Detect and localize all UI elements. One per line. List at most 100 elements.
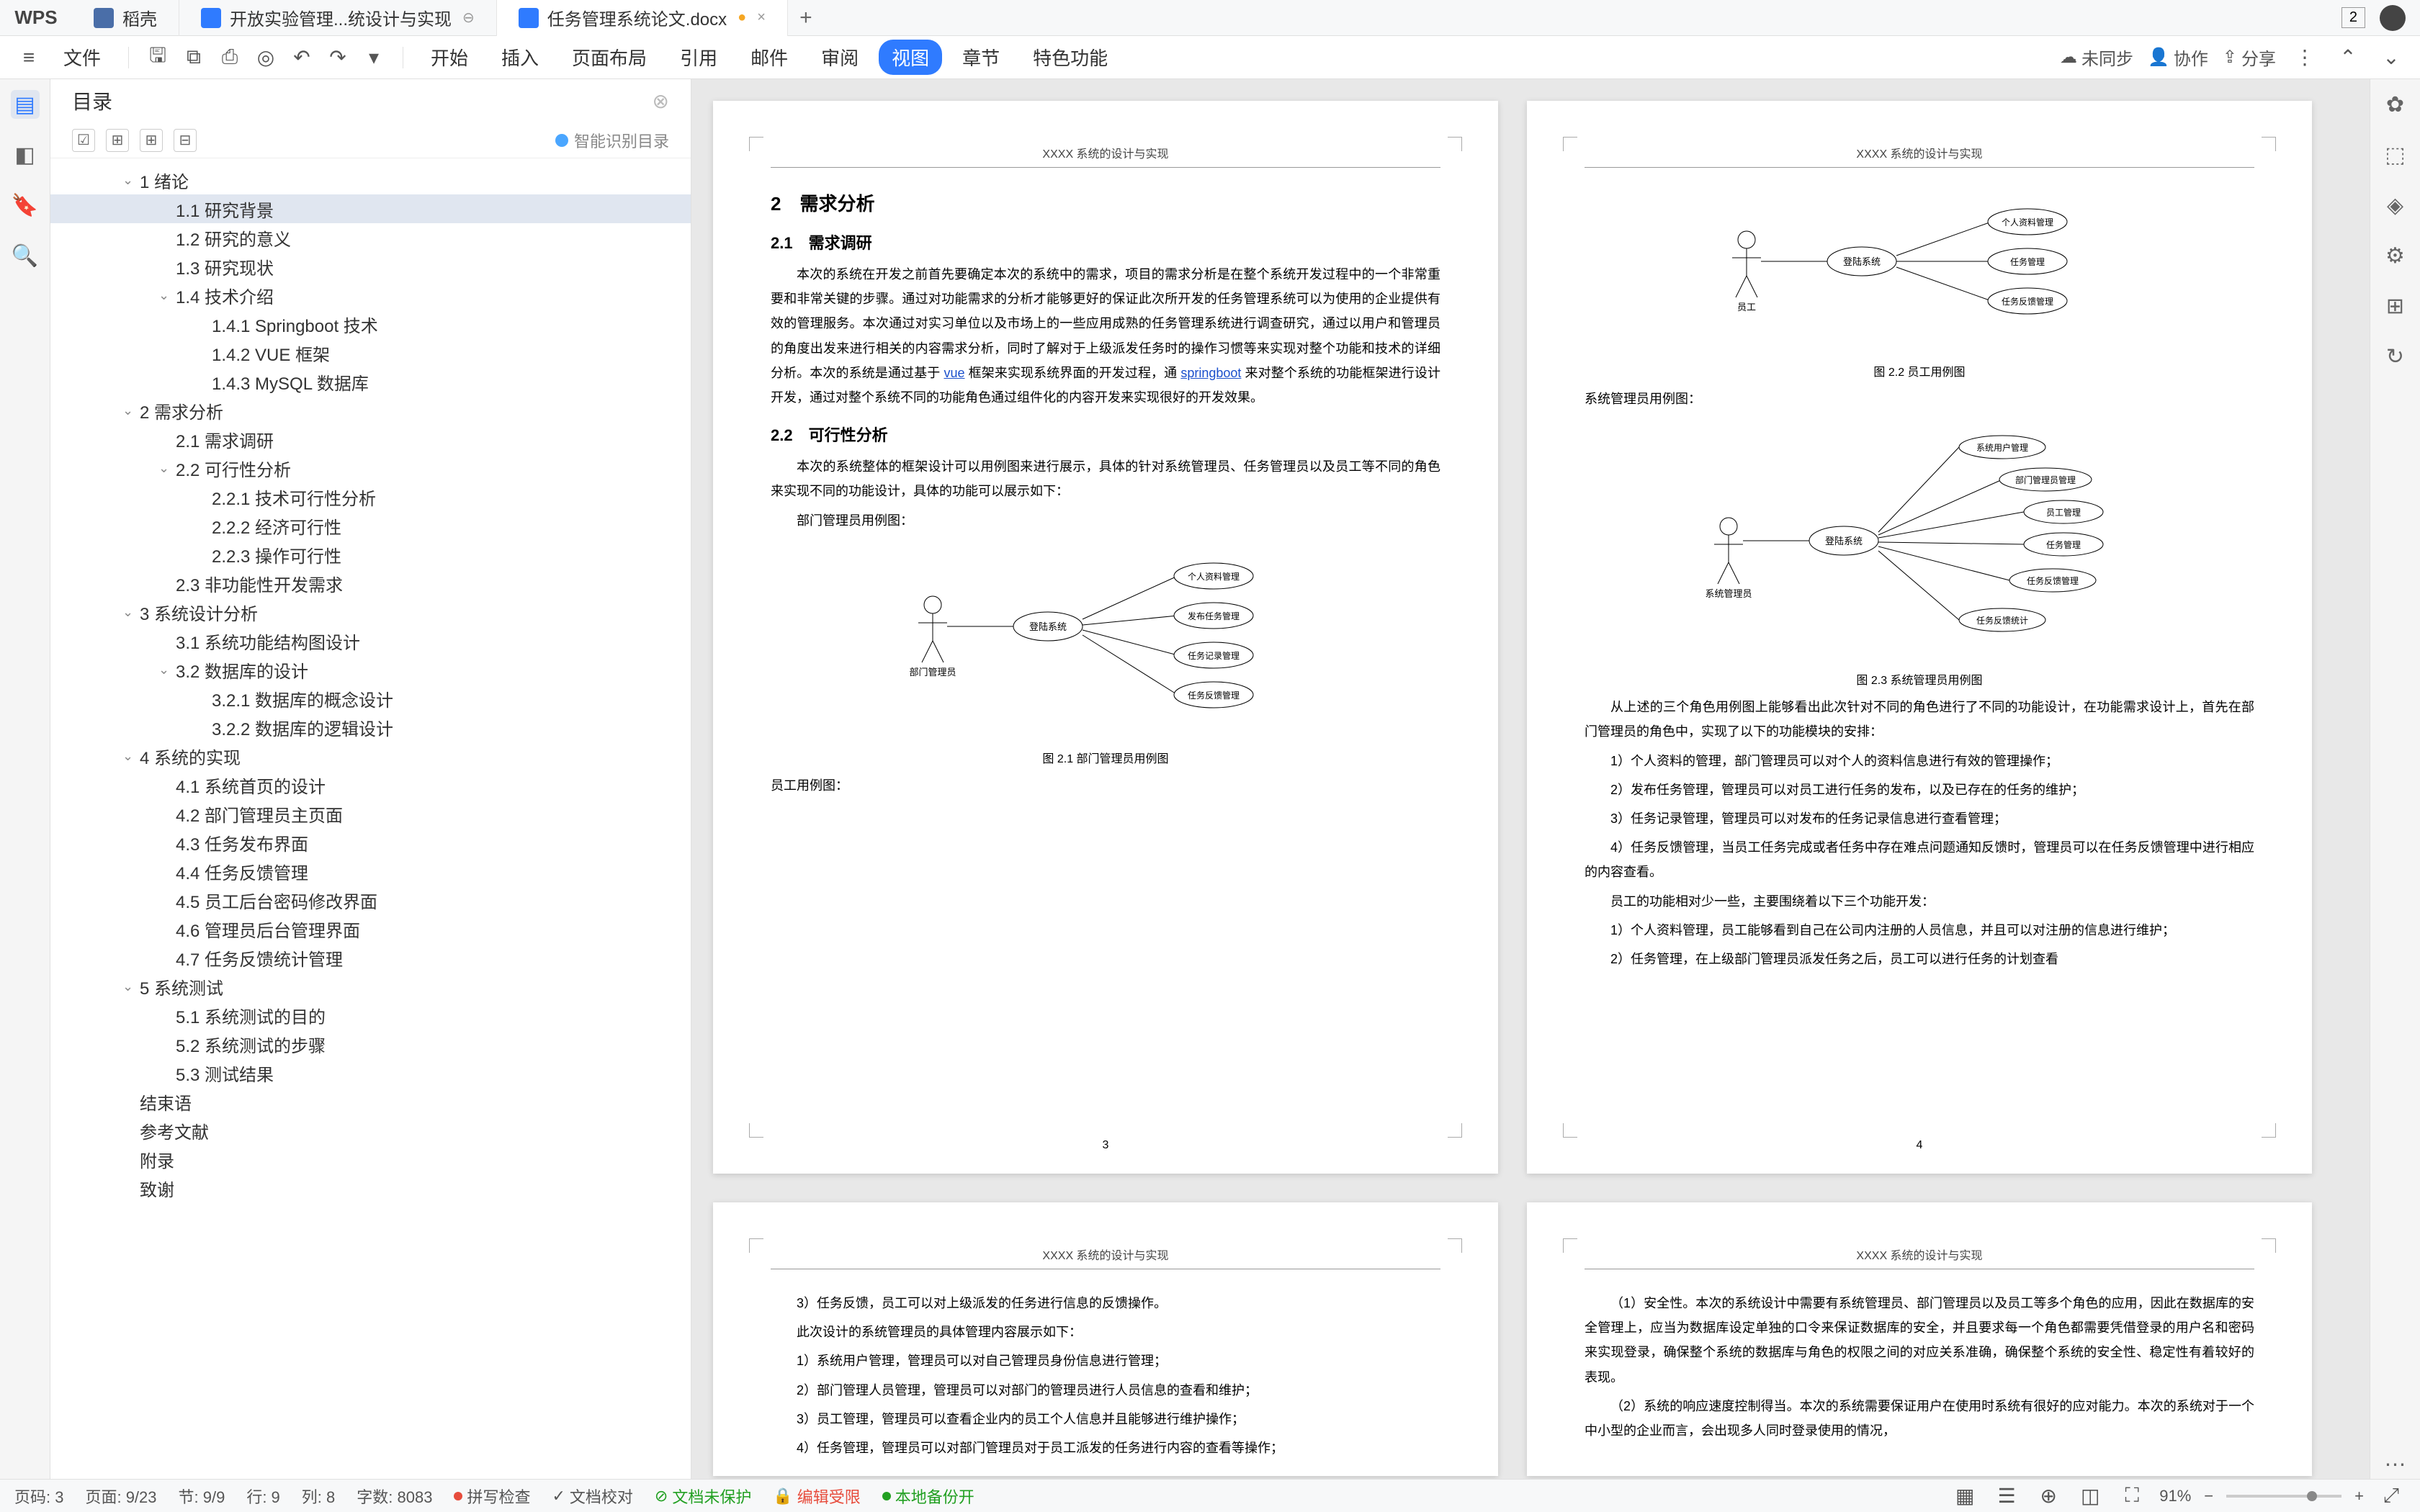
outline-item[interactable]: 1.3 研究现状 — [50, 252, 691, 281]
print-icon[interactable]: ⎙ — [215, 43, 244, 72]
link-vue[interactable]: vue — [944, 366, 964, 380]
chevron-down-icon[interactable]: ⌄ — [158, 288, 176, 303]
outline-item[interactable]: 5.2 系统测试的步骤 — [50, 1030, 691, 1058]
more-icon[interactable]: ⋯ — [2381, 1450, 2410, 1479]
outline-item[interactable]: 1.4.1 Springboot 技术 — [50, 310, 691, 338]
tools-icon[interactable]: ⊞ — [2381, 292, 2410, 320]
chevron-down-icon[interactable]: ⌄ — [158, 662, 176, 678]
outline-item[interactable]: ⌄3 系统设计分析 — [50, 598, 691, 626]
outline-item[interactable]: 2.2.2 经济可行性 — [50, 511, 691, 540]
menu-layout[interactable]: 页面布局 — [559, 40, 660, 75]
chevron-down-icon[interactable]: ⌄ — [158, 461, 176, 476]
outline-item[interactable]: 4.5 员工后台密码修改界面 — [50, 886, 691, 914]
zoom-slider[interactable] — [2226, 1495, 2341, 1498]
status-page[interactable]: 页面: 9/23 — [85, 1485, 156, 1508]
menu-ref[interactable]: 引用 — [667, 40, 730, 75]
tab-add-button[interactable]: + — [788, 6, 824, 30]
share-button[interactable]: ⇪分享 — [2223, 45, 2276, 70]
fullscreen-icon[interactable]: ⤢ — [2377, 1482, 2406, 1511]
status-edit[interactable]: 🔒编辑受限 — [773, 1485, 860, 1508]
outline-item[interactable]: ⌄3.2 数据库的设计 — [50, 655, 691, 684]
outline-item[interactable]: ⌄1.4 技术介绍 — [50, 281, 691, 310]
zoom-value[interactable]: 91% — [2159, 1487, 2191, 1506]
file-menu[interactable]: 文件 — [50, 40, 114, 75]
preview-icon[interactable]: ◎ — [251, 43, 280, 72]
outline-item[interactable]: 2.3 非功能性开发需求 — [50, 569, 691, 598]
outline-item[interactable]: 1.2 研究的意义 — [50, 223, 691, 252]
thumbnail-icon[interactable]: ◧ — [11, 140, 40, 169]
outline-item[interactable]: 附录 — [50, 1145, 691, 1174]
status-proof[interactable]: ✓文档校对 — [552, 1485, 632, 1508]
chevron-down-icon[interactable]: ⌄ — [122, 173, 140, 188]
tab-rice[interactable]: 稻壳 — [72, 0, 179, 36]
settings-icon[interactable]: ⚙ — [2381, 241, 2410, 270]
redo-icon[interactable]: ↷ — [323, 43, 352, 72]
expand-icon[interactable]: ⌄ — [2377, 43, 2406, 72]
tab-doc2[interactable]: 任务管理系统论文.docx●× — [497, 0, 788, 36]
outline-item[interactable]: 2.2.1 技术可行性分析 — [50, 482, 691, 511]
view-read-icon[interactable]: ☰ — [1992, 1482, 2021, 1511]
outline-item[interactable]: 4.7 任务反馈统计管理 — [50, 943, 691, 972]
expand-button[interactable]: ⊞ — [106, 129, 129, 152]
close-icon[interactable]: ⊗ — [653, 89, 669, 113]
outline-item[interactable]: 2.2.3 操作可行性 — [50, 540, 691, 569]
collab-button[interactable]: 👤协作 — [2148, 45, 2208, 70]
outline-item[interactable]: ⌄4 系统的实现 — [50, 742, 691, 770]
menu-mail[interactable]: 邮件 — [738, 40, 801, 75]
wps-logo[interactable]: WPS — [0, 6, 72, 29]
outline-item[interactable]: 1.1 研究背景 — [50, 194, 691, 223]
outline-item[interactable]: 致谢 — [50, 1174, 691, 1202]
view-print-icon[interactable]: ▦ — [1950, 1482, 1979, 1511]
tab-close-icon[interactable]: × — [757, 9, 766, 26]
outline-item[interactable]: 3.1 系统功能结构图设计 — [50, 626, 691, 655]
shape-icon[interactable]: ◈ — [2381, 191, 2410, 220]
zoom-out-button[interactable]: − — [2204, 1487, 2213, 1506]
outline-item[interactable]: 4.3 任务发布界面 — [50, 828, 691, 857]
more-icon[interactable]: ⋮ — [2290, 43, 2319, 72]
view-focus-icon[interactable]: ⛶ — [2118, 1482, 2146, 1511]
status-section[interactable]: 节: 9/9 — [179, 1485, 225, 1508]
collapse-all-button[interactable]: ⊟ — [174, 129, 197, 152]
menu-chapter[interactable]: 章节 — [949, 40, 1013, 75]
check-all-button[interactable]: ☑ — [72, 129, 95, 152]
history-icon[interactable]: ↻ — [2381, 342, 2410, 371]
chevron-down-icon[interactable]: ⌄ — [122, 605, 140, 620]
outline-item[interactable]: ⌄2 需求分析 — [50, 396, 691, 425]
collapse-button[interactable]: ⊞ — [140, 129, 163, 152]
sync-status[interactable]: ☁未同步 — [2060, 45, 2133, 70]
status-protect[interactable]: ⊘文档未保护 — [655, 1485, 751, 1508]
smart-detect-button[interactable]: 智能识别目录 — [555, 129, 669, 152]
select-icon[interactable]: ⬚ — [2381, 140, 2410, 169]
outline-item[interactable]: 1.4.3 MySQL 数据库 — [50, 367, 691, 396]
outline-item[interactable]: 2.1 需求调研 — [50, 425, 691, 454]
outline-item[interactable]: 结束语 — [50, 1087, 691, 1116]
outline-item[interactable]: 4.1 系统首页的设计 — [50, 770, 691, 799]
outline-item[interactable]: 4.4 任务反馈管理 — [50, 857, 691, 886]
outline-icon[interactable]: ▤ — [11, 90, 40, 119]
outline-item[interactable]: 3.2.2 数据库的逻辑设计 — [50, 713, 691, 742]
export-icon[interactable]: ⧉ — [179, 43, 208, 72]
outline-item[interactable]: 4.2 部门管理员主页面 — [50, 799, 691, 828]
menu-view[interactable]: 视图 — [879, 40, 942, 75]
view-outline-icon[interactable]: ◫ — [2076, 1482, 2105, 1511]
outline-item[interactable]: 参考文献 — [50, 1116, 691, 1145]
style-icon[interactable]: ✿ — [2381, 90, 2410, 119]
avatar[interactable] — [2380, 5, 2406, 31]
link-springboot[interactable]: springboot — [1180, 366, 1241, 380]
chevron-down-icon[interactable]: ⌄ — [122, 749, 140, 764]
undo-icon[interactable]: ↶ — [287, 43, 316, 72]
outline-tree[interactable]: ⌄1 绪论1.1 研究背景1.2 研究的意义1.3 研究现状⌄1.4 技术介绍1… — [50, 158, 691, 1479]
notification-badge[interactable]: 2 — [2341, 7, 2365, 28]
status-spell[interactable]: 拼写检查 — [454, 1485, 530, 1508]
outline-item[interactable]: 5.3 测试结果 — [50, 1058, 691, 1087]
menu-start[interactable]: 开始 — [418, 40, 481, 75]
tab-doc1[interactable]: 开放实验管理...统设计与实现⊖ — [179, 0, 497, 36]
document-area[interactable]: XXXX 系统的设计与实现 2 需求分析 2.1 需求调研 本次的系统在开发之前… — [691, 79, 2370, 1479]
collapse-icon[interactable]: ⌃ — [2334, 43, 2362, 72]
outline-item[interactable]: ⌄5 系统测试 — [50, 972, 691, 1001]
outline-item[interactable]: 4.6 管理员后台管理界面 — [50, 914, 691, 943]
menu-review[interactable]: 审阅 — [808, 40, 871, 75]
save-icon[interactable]: 🖫 — [143, 43, 172, 72]
outline-item[interactable]: ⌄2.2 可行性分析 — [50, 454, 691, 482]
chevron-down-icon[interactable]: ⌄ — [122, 403, 140, 418]
